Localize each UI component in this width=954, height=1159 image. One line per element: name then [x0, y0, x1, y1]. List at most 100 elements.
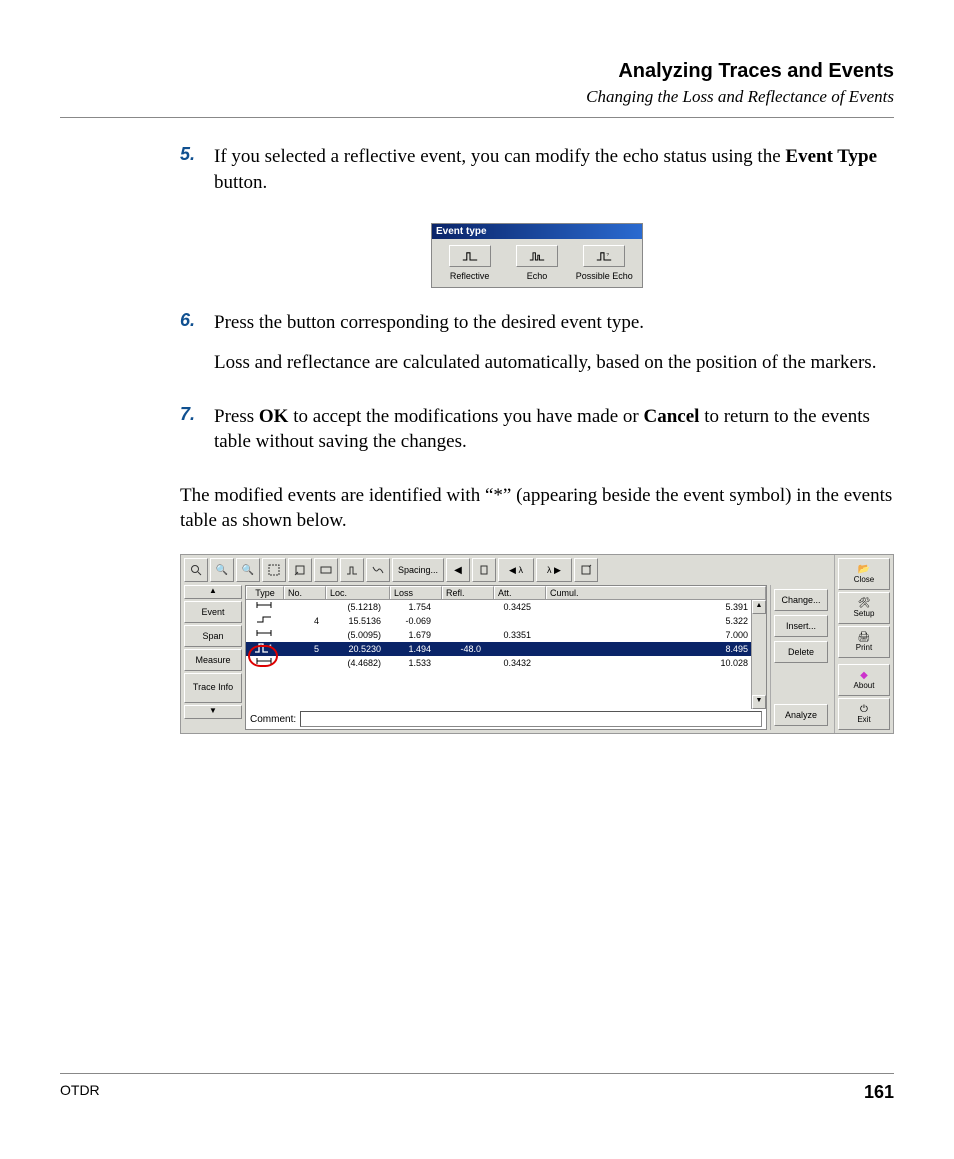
zoom-event-icon[interactable] [340, 558, 364, 582]
span-icon [246, 656, 282, 670]
col-no[interactable]: No. [284, 586, 326, 599]
step5-text-a: If you selected a reflective event, you … [214, 146, 785, 167]
reflective-label: Reflective [440, 271, 500, 281]
event-type-option-reflective[interactable]: Reflective [440, 245, 500, 281]
col-refl[interactable]: Refl. [442, 586, 494, 599]
cell-no [282, 600, 322, 614]
step6-p1: Press the button corresponding to the de… [214, 310, 894, 336]
insert-button[interactable]: Insert... [774, 615, 828, 637]
narrative-text: The modified events are identified with … [180, 483, 894, 534]
cell-no [282, 628, 322, 642]
scroll-down-icon[interactable]: ▼ [752, 695, 766, 709]
view-toggle-icon[interactable] [574, 558, 598, 582]
sidebar: 📂Close 🛠Setup 🖨Print ◆About ⏻Exit [834, 555, 893, 733]
possible-echo-label: Possible Echo [574, 271, 634, 281]
span-icon [246, 600, 282, 614]
cell-no: 4 [282, 614, 322, 628]
exit-button[interactable]: ⏻Exit [838, 698, 890, 730]
col-loc[interactable]: Loc. [326, 586, 390, 599]
lambda-next-button[interactable]: λ ▶ [536, 558, 572, 582]
delete-button[interactable]: Delete [774, 641, 828, 663]
reflective-pulse-icon [462, 249, 478, 263]
footer-page-number: 161 [864, 1082, 894, 1103]
step5-text-c: button. [214, 172, 267, 193]
analyze-button[interactable]: Analyze [774, 704, 828, 726]
step7-a: Press [214, 406, 259, 427]
cell-cumul: 8.495 [534, 642, 751, 656]
event-type-dialog: Event type Reflective Echo ? [431, 223, 643, 288]
marker-prev-icon[interactable]: ◀ [446, 558, 470, 582]
table-row[interactable]: *520.52301.494-48.08.495 [246, 642, 751, 656]
table-row[interactable]: 415.5136-0.0695.322 [246, 614, 751, 628]
print-button[interactable]: 🖨Print [838, 626, 890, 658]
col-type[interactable]: Type [246, 586, 284, 599]
comment-input[interactable] [300, 711, 762, 727]
table-row[interactable]: (5.0095)1.6790.33517.000 [246, 628, 751, 642]
event-type-option-echo[interactable]: Echo [507, 245, 567, 281]
zoom-in-icon[interactable]: 🔍 [210, 558, 234, 582]
close-button[interactable]: 📂Close [838, 558, 890, 590]
cell-loc: 20.5230 [322, 642, 384, 656]
printer-icon: 🖨 [858, 633, 871, 643]
table-header-row: Type No. Loc. Loss Refl. Att. Cumul. [246, 586, 766, 600]
svg-text:?: ? [607, 252, 610, 258]
possible-echo-button[interactable]: ? [583, 245, 625, 267]
tab-column: ▲ Event Span Measure Trace Info ▼ [184, 585, 242, 730]
page-subtitle: Changing the Loss and Reflectance of Eve… [60, 87, 894, 107]
spacing-button[interactable]: Spacing... [392, 558, 444, 582]
cell-cumul: 5.322 [534, 614, 751, 628]
marker-select-icon[interactable] [472, 558, 496, 582]
tab-measure[interactable]: Measure [184, 649, 242, 671]
cell-att: 0.3432 [484, 656, 534, 670]
cell-att [484, 642, 534, 656]
event-type-option-possible-echo[interactable]: ? Possible Echo [574, 245, 634, 281]
comment-label: Comment: [250, 714, 296, 725]
toolbar: 🔍 🔍 Spacing... ◀ ◀ λ λ ▶ [184, 558, 831, 582]
possible-echo-icon: ? [596, 249, 612, 263]
zoom-area-icon[interactable] [262, 558, 286, 582]
tab-scroll-up[interactable]: ▲ [184, 585, 242, 599]
col-loss[interactable]: Loss [390, 586, 442, 599]
cell-no: 5 [282, 642, 322, 656]
col-att[interactable]: Att. [494, 586, 546, 599]
tab-event[interactable]: Event [184, 601, 242, 623]
col-cumul[interactable]: Cumul. [546, 586, 766, 599]
lambda-prev-button[interactable]: ◀ λ [498, 558, 534, 582]
zoom-tool-icon[interactable] [184, 558, 208, 582]
cell-refl [434, 614, 484, 628]
step6-p2: Loss and reflectance are calculated auto… [214, 350, 894, 376]
change-button[interactable]: Change... [774, 589, 828, 611]
cell-loss: 1.754 [384, 600, 434, 614]
cell-att: 0.3351 [484, 628, 534, 642]
event-type-titlebar: Event type [432, 224, 642, 239]
tab-span[interactable]: Span [184, 625, 242, 647]
zoom-trace-icon[interactable] [366, 558, 390, 582]
table-row[interactable]: (4.4682)1.5330.343210.028 [246, 656, 751, 670]
table-row[interactable]: (5.1218)1.7540.34255.391 [246, 600, 751, 614]
zoom-out-icon[interactable]: 🔍 [236, 558, 260, 582]
table-scrollbar[interactable]: ▲ ▼ [751, 600, 766, 709]
tab-trace-info[interactable]: Trace Info [184, 673, 242, 703]
echo-pulse-icon [529, 249, 545, 263]
echo-button[interactable] [516, 245, 558, 267]
setup-button[interactable]: 🛠Setup [838, 592, 890, 624]
header-rule [60, 117, 894, 118]
tab-scroll-down[interactable]: ▼ [184, 705, 242, 719]
reflective-button[interactable] [449, 245, 491, 267]
folder-icon: 📂 [858, 565, 870, 575]
cell-refl [434, 628, 484, 642]
cell-loc: 15.5136 [322, 614, 384, 628]
gear-icon: 🛠 [858, 599, 871, 609]
cell-no [282, 656, 322, 670]
cell-att [484, 614, 534, 628]
cell-cumul: 7.000 [534, 628, 751, 642]
zoom-fit-icon[interactable] [288, 558, 312, 582]
cell-cumul: 5.391 [534, 600, 751, 614]
cell-loss: 1.533 [384, 656, 434, 670]
cell-cumul: 10.028 [534, 656, 751, 670]
zoom-horiz-icon[interactable] [314, 558, 338, 582]
cell-loss: 1.494 [384, 642, 434, 656]
step7-cancel: Cancel [644, 406, 700, 427]
about-button[interactable]: ◆About [838, 664, 890, 696]
scroll-up-icon[interactable]: ▲ [752, 600, 766, 614]
